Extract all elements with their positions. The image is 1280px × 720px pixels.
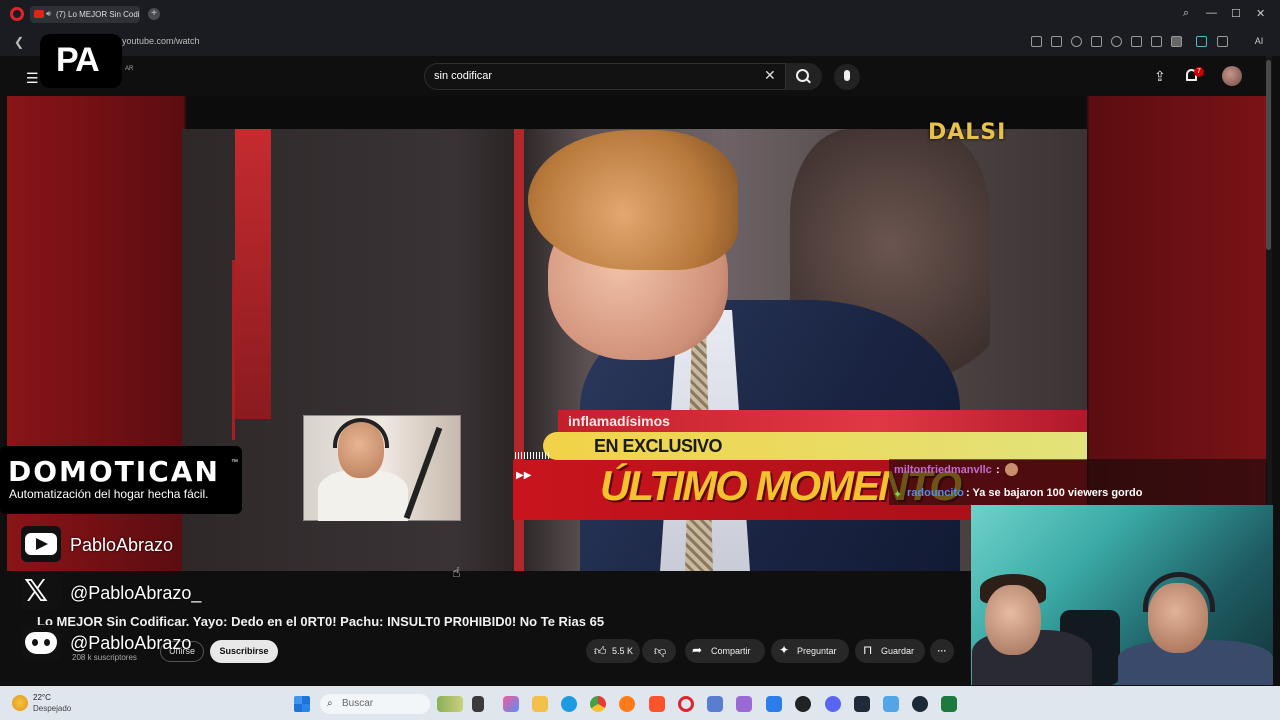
discord-icon-glyph [25, 632, 57, 654]
play-icon[interactable] [1091, 36, 1102, 47]
account-avatar[interactable] [1222, 66, 1242, 86]
brand-logo-text: PA [56, 41, 100, 79]
taskbar-search-box[interactable] [320, 694, 430, 714]
windows-start-icon[interactable] [294, 696, 310, 712]
share-icon[interactable]: ➦ [692, 643, 702, 657]
weather-description[interactable]: Despejado [33, 704, 71, 713]
more-actions-button[interactable]: ··· [930, 639, 954, 663]
speaker-icon[interactable]: 🔊︎ [46, 9, 51, 19]
social-handle-x: @PabloAbrazo_ [70, 583, 202, 603]
ai-button[interactable]: AI [1246, 33, 1272, 49]
xbox-icon[interactable] [941, 696, 957, 712]
minimize-button[interactable]: — [1206, 7, 1217, 19]
notification-badge: 7 [1194, 67, 1204, 77]
lower-third-top-text: inflamadísimos [568, 413, 670, 429]
opera-icon[interactable] [678, 696, 694, 712]
channel-bug-logo: DALSI [928, 120, 1007, 145]
edge-icon[interactable] [561, 696, 577, 712]
profile-icon[interactable] [1171, 36, 1182, 47]
tab-search-icon[interactable]: ⌕ [1183, 7, 1189, 20]
app-icon[interactable] [854, 696, 870, 712]
download-icon[interactable] [1131, 36, 1142, 47]
upload-icon[interactable]: ⇪ [1154, 68, 1166, 85]
sparkle-icon[interactable]: ✦ [779, 643, 789, 657]
set-lamp-pole [232, 260, 235, 440]
obs-icon[interactable] [795, 696, 811, 712]
weather-sun-icon[interactable] [12, 695, 28, 711]
chat-username: radouncito [907, 487, 964, 499]
app-icon[interactable] [707, 696, 723, 712]
camera-icon[interactable] [1051, 36, 1062, 47]
extensions-cube-icon[interactable] [1217, 36, 1228, 47]
discord-icon[interactable] [825, 696, 841, 712]
edit-icon[interactable] [1031, 36, 1042, 47]
social-handle-discord: @PabloAbrazo [70, 633, 192, 653]
shield-icon[interactable] [1071, 36, 1082, 47]
chat-badge-icon: ✦ [893, 489, 903, 501]
steam-icon[interactable] [912, 696, 928, 712]
chat-username: miltonfriedmanvllc [894, 464, 992, 476]
channel-subscribers: 208 k suscriptores [72, 653, 137, 662]
x-icon-glyph: 𝕏 [24, 574, 49, 609]
copilot-icon[interactable] [503, 696, 519, 712]
maximize-button[interactable]: ☐ [1231, 7, 1241, 20]
landscape-widget-icon[interactable] [437, 696, 463, 712]
taskbar [0, 686, 1280, 720]
menu-icon[interactable]: ☰ [26, 70, 39, 87]
chat-emote-icon [1005, 463, 1018, 476]
new-tab-button[interactable]: + [148, 8, 160, 20]
bookmark-icon[interactable]: ⊓ [863, 643, 872, 657]
youtube-favicon-icon [34, 10, 44, 18]
sponsor-name: DOMOTICAN [8, 455, 220, 488]
search-input-value[interactable]: sin codificar [434, 70, 492, 82]
sponsor-tagline: Automatización del hogar hecha fácil. [9, 487, 209, 501]
app-icon[interactable] [766, 696, 782, 712]
app-icon[interactable] [883, 696, 899, 712]
chrome-icon[interactable] [590, 696, 606, 712]
mouse-cursor-icon: ☝︎ [452, 564, 461, 580]
taskbar-search-placeholder[interactable]: Buscar [342, 698, 373, 709]
subscribe-button[interactable]: Suscribirse [210, 640, 278, 663]
lower-third-middle-text: EN EXCLUSIVO [594, 436, 723, 456]
country-code: AR [125, 66, 134, 72]
file-explorer-icon[interactable] [532, 696, 548, 712]
thumbs-down-icon[interactable]: 👎︎ [654, 644, 666, 659]
thumbs-up-icon[interactable]: 👍︎ [594, 644, 607, 659]
search-icon[interactable]: ⌕ [327, 698, 333, 709]
app-icon[interactable] [736, 696, 752, 712]
chat-message: : [996, 464, 1000, 476]
task-view-icon[interactable] [472, 696, 484, 712]
firefox-icon[interactable] [619, 696, 635, 712]
brave-icon[interactable] [649, 696, 665, 712]
chat-message: : Ya se bajaron 100 viewers gordo [966, 487, 1143, 499]
scrollbar-thumb[interactable] [1266, 60, 1271, 250]
video-title: Lo MEJOR Sin Codificar. Yayo: Dedo en el… [37, 614, 605, 629]
play-icon [36, 538, 48, 550]
url-field[interactable]: youtube.com/watch [122, 36, 200, 46]
discord-eye [44, 639, 50, 646]
clear-search-icon[interactable]: ✕ [764, 67, 776, 84]
host-wig [528, 130, 738, 270]
list-icon[interactable] [1151, 36, 1162, 47]
heart-icon[interactable] [1111, 36, 1122, 47]
browser-tab-strip [0, 0, 1280, 28]
weather-temperature[interactable]: 22°C [33, 693, 51, 702]
fast-forward-icon: ▶▶ [516, 470, 532, 481]
opera-menu-icon[interactable] [10, 7, 24, 21]
discord-eye [32, 639, 38, 646]
social-handle-youtube: PabloAbrazo [70, 535, 174, 555]
back-button[interactable]: ❮ [14, 35, 24, 49]
streamer-left-face [985, 585, 1041, 655]
close-window-button[interactable]: ✕ [1256, 7, 1265, 20]
microphone-icon[interactable] [844, 70, 850, 81]
sponsor-trademark: ™ [231, 459, 238, 466]
extension-icon[interactable] [1196, 36, 1207, 47]
lower-third-stripes [515, 452, 549, 459]
set-red-column [235, 129, 271, 419]
